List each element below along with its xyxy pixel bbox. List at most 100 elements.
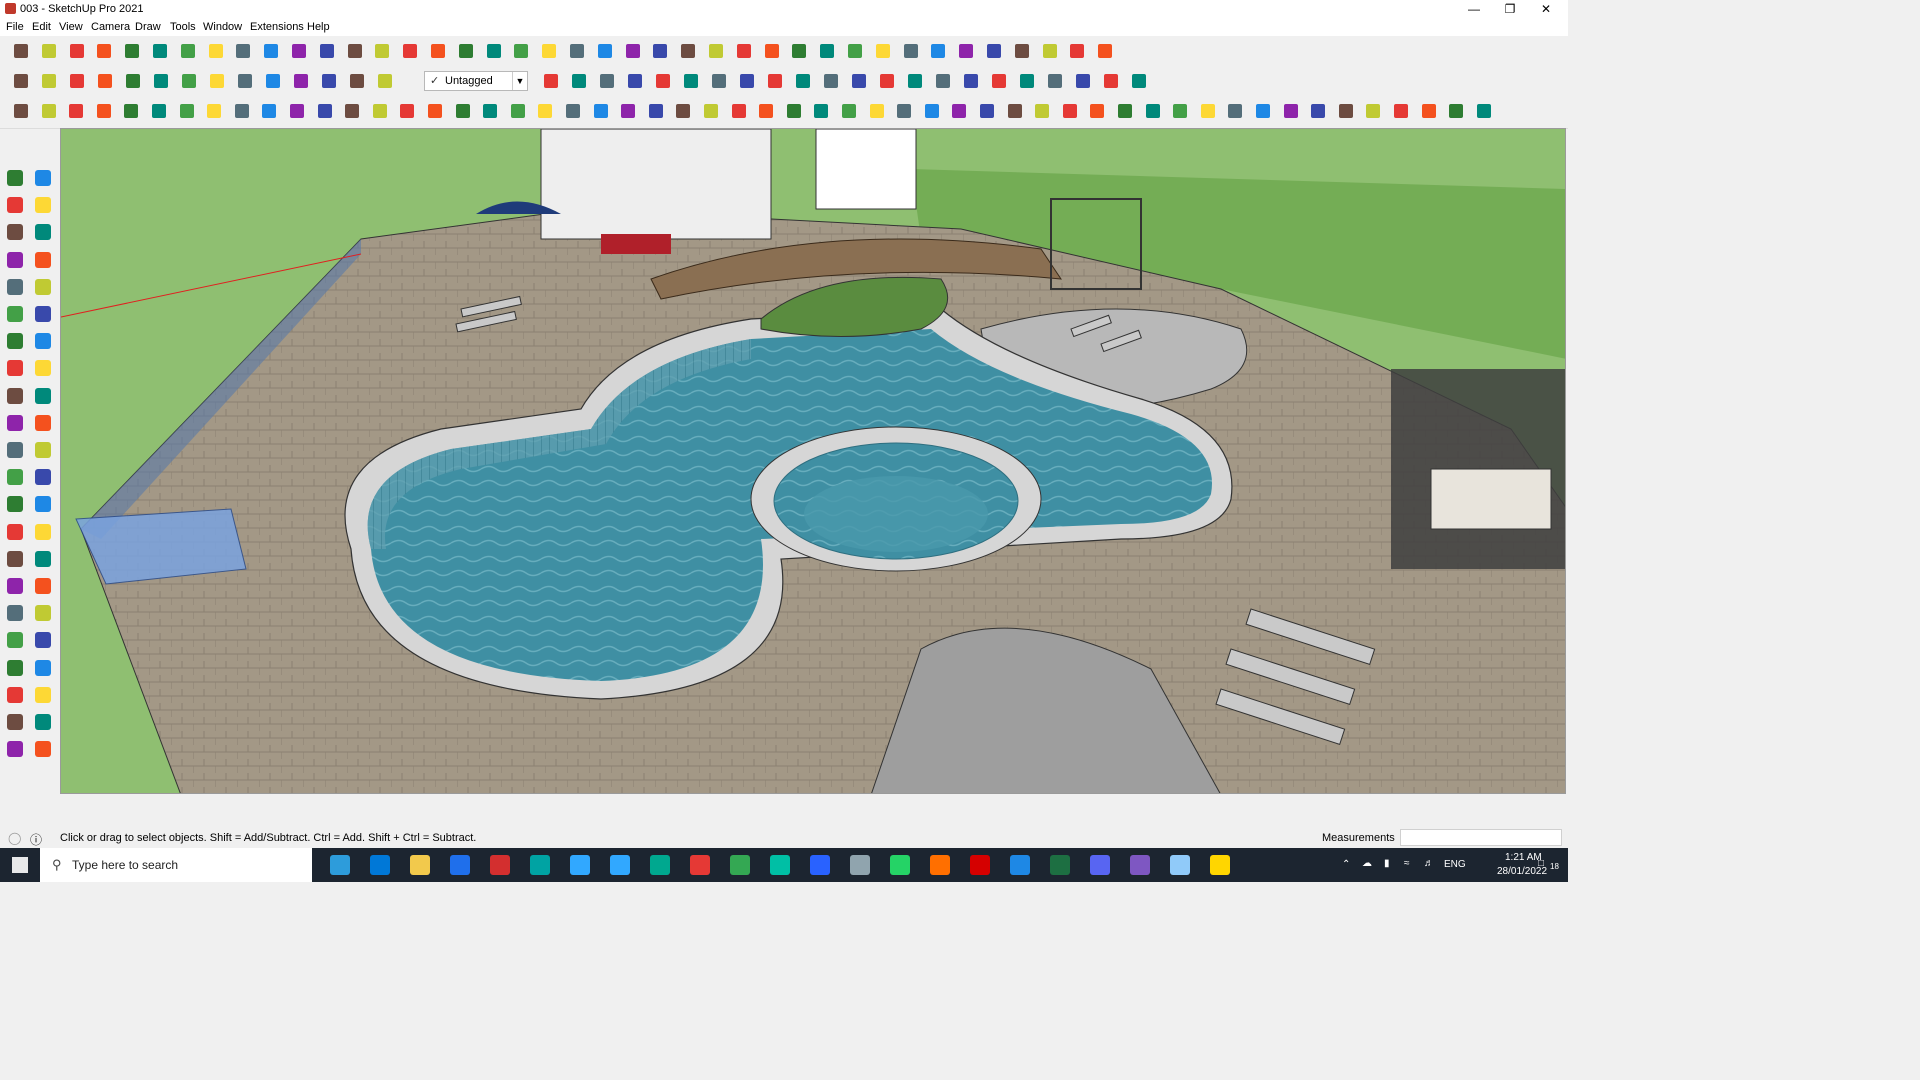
left-tool-31-icon[interactable] <box>3 574 27 598</box>
draw-tool-46-icon[interactable] <box>1252 100 1274 122</box>
measurements-input[interactable] <box>1400 829 1562 846</box>
left-tool-2-icon[interactable] <box>31 166 55 190</box>
left-tool-10-icon[interactable] <box>31 275 55 299</box>
left-tool-42-icon[interactable] <box>31 710 55 734</box>
standard-tool-35-icon[interactable] <box>955 40 977 62</box>
draw-tool-26-icon[interactable] <box>700 100 722 122</box>
views-tool-11-icon[interactable] <box>290 70 312 92</box>
menu-help[interactable]: Help <box>307 21 330 33</box>
left-tool-26-icon[interactable] <box>31 492 55 516</box>
draw-tool-29-icon[interactable] <box>783 100 805 122</box>
draw-tool-49-icon[interactable] <box>1335 100 1357 122</box>
taskbar-app-17-icon[interactable] <box>970 855 990 875</box>
draw-tool-22-icon[interactable] <box>590 100 612 122</box>
left-tool-5-icon[interactable] <box>3 220 27 244</box>
left-tool-32-icon[interactable] <box>31 574 55 598</box>
menu-file[interactable]: File <box>6 21 24 33</box>
taskbar-app-18-icon[interactable] <box>1010 855 1030 875</box>
standard-tool-24-icon[interactable] <box>649 40 671 62</box>
left-tool-4-icon[interactable] <box>31 193 55 217</box>
wifi-icon[interactable]: ≈ <box>1404 858 1410 869</box>
standard-tool-40-icon[interactable] <box>1094 40 1116 62</box>
standard-tool-4-icon[interactable] <box>93 40 115 62</box>
menu-view[interactable]: View <box>59 21 83 33</box>
style-tool-11-icon[interactable] <box>820 70 842 92</box>
standard-tool-11-icon[interactable] <box>288 40 310 62</box>
views-tool-7-icon[interactable] <box>178 70 200 92</box>
left-tool-14-icon[interactable] <box>31 329 55 353</box>
style-tool-3-icon[interactable] <box>596 70 618 92</box>
volume-icon[interactable]: ♬ <box>1424 858 1434 869</box>
left-tool-33-icon[interactable] <box>3 601 27 625</box>
draw-tool-14-icon[interactable] <box>369 100 391 122</box>
standard-tool-31-icon[interactable] <box>844 40 866 62</box>
tray-chevron-icon[interactable]: ⌃ <box>1342 859 1350 870</box>
standard-tool-29-icon[interactable] <box>788 40 810 62</box>
draw-tool-11-icon[interactable] <box>286 100 308 122</box>
left-tool-3-icon[interactable] <box>3 193 27 217</box>
draw-tool-43-icon[interactable] <box>1169 100 1191 122</box>
menu-window[interactable]: Window <box>203 21 242 33</box>
draw-tool-3-icon[interactable] <box>65 100 87 122</box>
taskbar-app-2-icon[interactable] <box>370 855 390 875</box>
left-tool-29-icon[interactable] <box>3 547 27 571</box>
style-tool-13-icon[interactable] <box>876 70 898 92</box>
standard-tool-30-icon[interactable] <box>816 40 838 62</box>
left-tool-44-icon[interactable] <box>31 737 55 761</box>
menu-camera[interactable]: Camera <box>91 21 130 33</box>
draw-tool-42-icon[interactable] <box>1142 100 1164 122</box>
left-tool-38-icon[interactable] <box>31 656 55 680</box>
left-tool-22-icon[interactable] <box>31 438 55 462</box>
taskbar-app-3-icon[interactable] <box>410 855 430 875</box>
views-tool-13-icon[interactable] <box>346 70 368 92</box>
taskbar-app-15-icon[interactable] <box>890 855 910 875</box>
draw-tool-18-icon[interactable] <box>479 100 501 122</box>
standard-tool-7-icon[interactable] <box>177 40 199 62</box>
standard-tool-10-icon[interactable] <box>260 40 282 62</box>
style-tool-7-icon[interactable] <box>708 70 730 92</box>
taskbar-app-8-icon[interactable] <box>610 855 630 875</box>
views-tool-12-icon[interactable] <box>318 70 340 92</box>
taskbar-app-21-icon[interactable] <box>1130 855 1150 875</box>
views-tool-10-icon[interactable] <box>262 70 284 92</box>
draw-tool-39-icon[interactable] <box>1059 100 1081 122</box>
minimize-button[interactable]: — <box>1456 0 1492 18</box>
draw-tool-40-icon[interactable] <box>1086 100 1108 122</box>
draw-tool-31-icon[interactable] <box>838 100 860 122</box>
close-button[interactable]: ✕ <box>1528 0 1564 18</box>
left-tool-12-icon[interactable] <box>31 302 55 326</box>
views-tool-5-icon[interactable] <box>122 70 144 92</box>
menu-tools[interactable]: Tools <box>170 21 196 33</box>
left-tool-37-icon[interactable] <box>3 656 27 680</box>
draw-tool-13-icon[interactable] <box>341 100 363 122</box>
taskbar-app-6-icon[interactable] <box>530 855 550 875</box>
left-tool-40-icon[interactable] <box>31 683 55 707</box>
draw-tool-34-icon[interactable] <box>921 100 943 122</box>
left-tool-16-icon[interactable] <box>31 356 55 380</box>
draw-tool-48-icon[interactable] <box>1307 100 1329 122</box>
model-viewport[interactable] <box>60 128 1566 794</box>
draw-tool-24-icon[interactable] <box>645 100 667 122</box>
standard-tool-2-icon[interactable] <box>38 40 60 62</box>
style-tool-19-icon[interactable] <box>1044 70 1066 92</box>
style-tool-20-icon[interactable] <box>1072 70 1094 92</box>
menu-extensions[interactable]: Extensions <box>250 21 304 33</box>
draw-tool-1-icon[interactable] <box>10 100 32 122</box>
draw-tool-41-icon[interactable] <box>1114 100 1136 122</box>
draw-tool-28-icon[interactable] <box>755 100 777 122</box>
taskbar-app-4-icon[interactable] <box>450 855 470 875</box>
style-tool-2-icon[interactable] <box>568 70 590 92</box>
draw-tool-44-icon[interactable] <box>1197 100 1219 122</box>
taskbar-app-7-icon[interactable] <box>570 855 590 875</box>
style-tool-22-icon[interactable] <box>1128 70 1150 92</box>
left-tool-9-icon[interactable] <box>3 275 27 299</box>
language-indicator[interactable]: ENG <box>1444 859 1466 870</box>
style-tool-1-icon[interactable] <box>540 70 562 92</box>
draw-tool-19-icon[interactable] <box>507 100 529 122</box>
views-tool-4-icon[interactable] <box>94 70 116 92</box>
draw-tool-50-icon[interactable] <box>1362 100 1384 122</box>
left-tool-19-icon[interactable] <box>3 411 27 435</box>
left-tool-34-icon[interactable] <box>31 601 55 625</box>
draw-tool-45-icon[interactable] <box>1224 100 1246 122</box>
draw-tool-52-icon[interactable] <box>1418 100 1440 122</box>
